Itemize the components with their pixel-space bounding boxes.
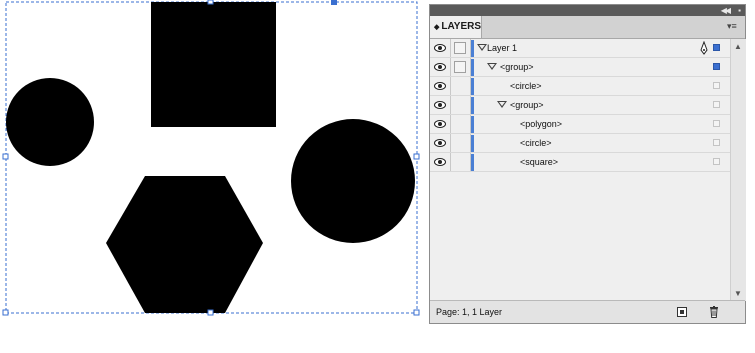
expand-triangle-icon[interactable] [477, 44, 487, 51]
panel-title-bar[interactable]: ◀◀ ▪ [430, 5, 745, 16]
target-indicator[interactable] [713, 101, 720, 108]
lock-box [454, 42, 466, 54]
target-indicator[interactable] [713, 120, 720, 127]
target-indicator[interactable] [713, 158, 720, 165]
lock-toggle[interactable] [451, 96, 471, 114]
lock-box [454, 61, 466, 73]
target-indicator[interactable] [713, 139, 720, 146]
eye-icon [434, 44, 446, 52]
lock-toggle[interactable] [451, 39, 471, 57]
layer-color-bar [471, 135, 474, 152]
layer-color-bar [471, 116, 474, 133]
visibility-toggle[interactable] [430, 39, 451, 57]
square-shape[interactable] [151, 2, 276, 127]
layer-label[interactable]: Layer 1 [487, 39, 517, 57]
lock-toggle[interactable] [451, 58, 471, 76]
layer-row-group-nested[interactable]: <group> [430, 96, 730, 115]
double-chevron-left-icon[interactable]: ◀◀ [721, 5, 731, 16]
panel-status-bar: Page: 1, 1 Layer [430, 300, 745, 323]
scroll-up-arrow-icon[interactable]: ▲ [734, 42, 742, 51]
layer-label[interactable]: <polygon> [520, 115, 562, 133]
panel-menu-icon[interactable]: ▾≡ [727, 21, 739, 32]
layer-label[interactable]: <group> [510, 96, 544, 114]
artwork [2, 0, 420, 316]
status-text: Page: 1, 1 Layer [436, 307, 503, 317]
eye-icon [434, 120, 446, 128]
layer-color-bar [471, 78, 474, 95]
lock-toggle[interactable] [451, 115, 471, 133]
layer-color-bar [471, 40, 474, 57]
double-arrow-icon: ◆ [434, 24, 440, 31]
expand-triangle-icon[interactable] [497, 101, 507, 108]
layer-row-square[interactable]: <square> [430, 153, 730, 172]
vertical-scrollbar[interactable]: ▲ ▼ [730, 39, 746, 301]
eye-icon [434, 139, 446, 147]
layer-row-circle[interactable]: <circle> [430, 77, 730, 96]
target-indicator[interactable] [713, 44, 720, 51]
layer-color-bar [471, 154, 474, 171]
lock-toggle[interactable] [451, 153, 471, 171]
layer-row-group[interactable]: <group> [430, 58, 730, 77]
eye-icon [434, 101, 446, 109]
layer-row-polygon[interactable]: <polygon> [430, 115, 730, 134]
artboard-canvas[interactable] [0, 0, 425, 353]
layers-panel: ◀◀ ▪ ◆ LAYERS ▾≡ Layer 1 <group> <circle… [429, 4, 746, 324]
scroll-down-arrow-icon[interactable]: ▼ [734, 289, 742, 298]
visibility-toggle[interactable] [430, 96, 451, 114]
expand-triangle-icon[interactable] [487, 63, 497, 70]
tab-layers-label: LAYERS [441, 21, 482, 32]
eye-icon [434, 158, 446, 166]
tab-layers[interactable]: ◆ LAYERS [430, 16, 482, 38]
layer-row-circle-nested[interactable]: <circle> [430, 134, 730, 153]
layer-list: Layer 1 <group> <circle> <group> <polygo… [430, 39, 730, 301]
lock-toggle[interactable] [451, 134, 471, 152]
visibility-toggle[interactable] [430, 115, 451, 133]
target-indicator[interactable] [713, 63, 720, 70]
selection-handle-anchor[interactable] [331, 0, 337, 5]
polygon-shape[interactable] [106, 176, 263, 313]
circle-shape-right[interactable] [291, 119, 415, 243]
layer-color-bar [471, 97, 474, 114]
layer-label[interactable]: <square> [520, 153, 558, 171]
layer-label[interactable]: <circle> [520, 134, 552, 152]
circle-shape-left[interactable] [6, 78, 94, 166]
layer-row-layer-1[interactable]: Layer 1 [430, 39, 730, 58]
new-layer-icon[interactable] [677, 307, 687, 317]
visibility-toggle[interactable] [430, 134, 451, 152]
layer-label[interactable]: <circle> [510, 77, 542, 95]
layer-color-bar [471, 59, 474, 76]
visibility-toggle[interactable] [430, 58, 451, 76]
lock-toggle[interactable] [451, 77, 471, 95]
pen-icon [700, 41, 708, 55]
target-indicator[interactable] [713, 82, 720, 89]
panel-tab-row: ◆ LAYERS ▾≡ [430, 16, 745, 39]
close-icon[interactable]: ▪ [738, 5, 741, 16]
eye-icon [434, 63, 446, 71]
eye-icon [434, 82, 446, 90]
visibility-toggle[interactable] [430, 77, 451, 95]
layer-label[interactable]: <group> [500, 58, 534, 76]
visibility-toggle[interactable] [430, 153, 451, 171]
trash-icon[interactable] [709, 306, 719, 318]
